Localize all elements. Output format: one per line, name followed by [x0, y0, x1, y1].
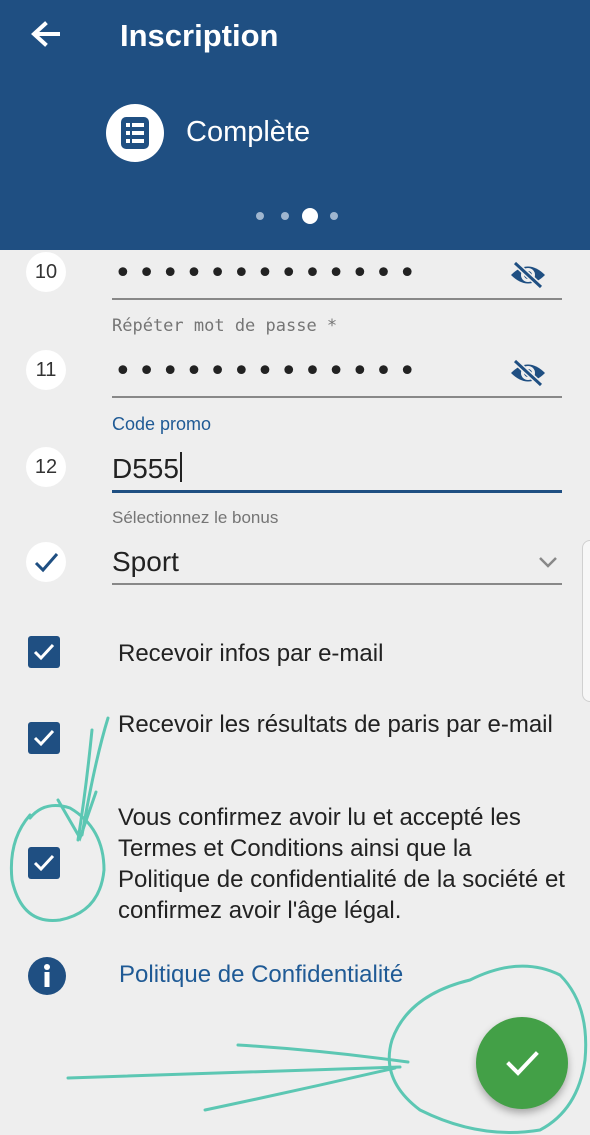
eye-off-icon[interactable]: [508, 358, 548, 388]
annotation-arrow-right: [203, 1066, 397, 1112]
repeat-password-underline: [112, 396, 562, 398]
step-number-badge: 11: [26, 350, 66, 390]
annotation-arrow-down: [76, 728, 94, 842]
repeat-password-field[interactable]: •••••••••••••: [114, 357, 422, 387]
check-icon: [506, 1051, 539, 1076]
checkbox-terms-label: Vous confirmez avoir lu et accepté les T…: [118, 804, 565, 924]
page-title: Inscription: [120, 18, 279, 53]
privacy-policy-link[interactable]: Politique de Confidentialité: [119, 961, 403, 989]
checkbox-email-info[interactable]: [28, 636, 60, 668]
step-number-badge: 12: [26, 447, 66, 487]
promo-code-input[interactable]: D555: [112, 452, 182, 485]
promo-code-underline: [112, 490, 562, 493]
chevron-down-icon[interactable]: [536, 552, 560, 572]
form-list-icon: [106, 104, 164, 162]
page-indicator: [0, 208, 590, 224]
app-header: Inscription Complète: [0, 0, 590, 250]
step-number-badge: 10: [26, 252, 66, 292]
checkbox-email-info-label: Recevoir infos par e-mail: [118, 640, 384, 667]
checkbox-bet-results[interactable]: [28, 722, 60, 754]
repeat-password-label: Répéter mot de passe *: [112, 316, 338, 336]
annotation-arrow-right: [66, 1065, 402, 1080]
side-handle: [582, 540, 590, 702]
info-icon: [28, 957, 66, 995]
promo-code-value: D555: [112, 453, 179, 484]
promo-code-label: Code promo: [112, 414, 212, 434]
text-caret: [179, 452, 182, 482]
page-dot: [281, 212, 289, 220]
step-label: Complète: [186, 116, 311, 148]
back-button[interactable]: [26, 16, 66, 56]
annotation-arrow-right: [236, 1043, 410, 1064]
checkbox-terms[interactable]: [28, 847, 60, 879]
checkbox-bet-results-label: Recevoir les résultats de paris par e-ma…: [118, 711, 553, 738]
page-dot: [256, 212, 264, 220]
eye-off-icon[interactable]: [508, 260, 548, 290]
check-icon: [26, 542, 66, 582]
page-dot: [330, 212, 338, 220]
submit-button[interactable]: [476, 1017, 568, 1109]
bonus-select-label: Sélectionnez le bonus: [112, 508, 279, 527]
bonus-select-underline: [112, 583, 562, 585]
password-underline: [112, 298, 562, 300]
annotation-arrow-down: [80, 716, 110, 837]
bonus-select[interactable]: Sport: [112, 546, 179, 578]
annotation-arrowhead: [56, 790, 98, 842]
password-field[interactable]: •••••••••••••: [114, 259, 422, 289]
page-dot-active: [302, 208, 318, 224]
arrow-left-icon: [31, 21, 60, 47]
